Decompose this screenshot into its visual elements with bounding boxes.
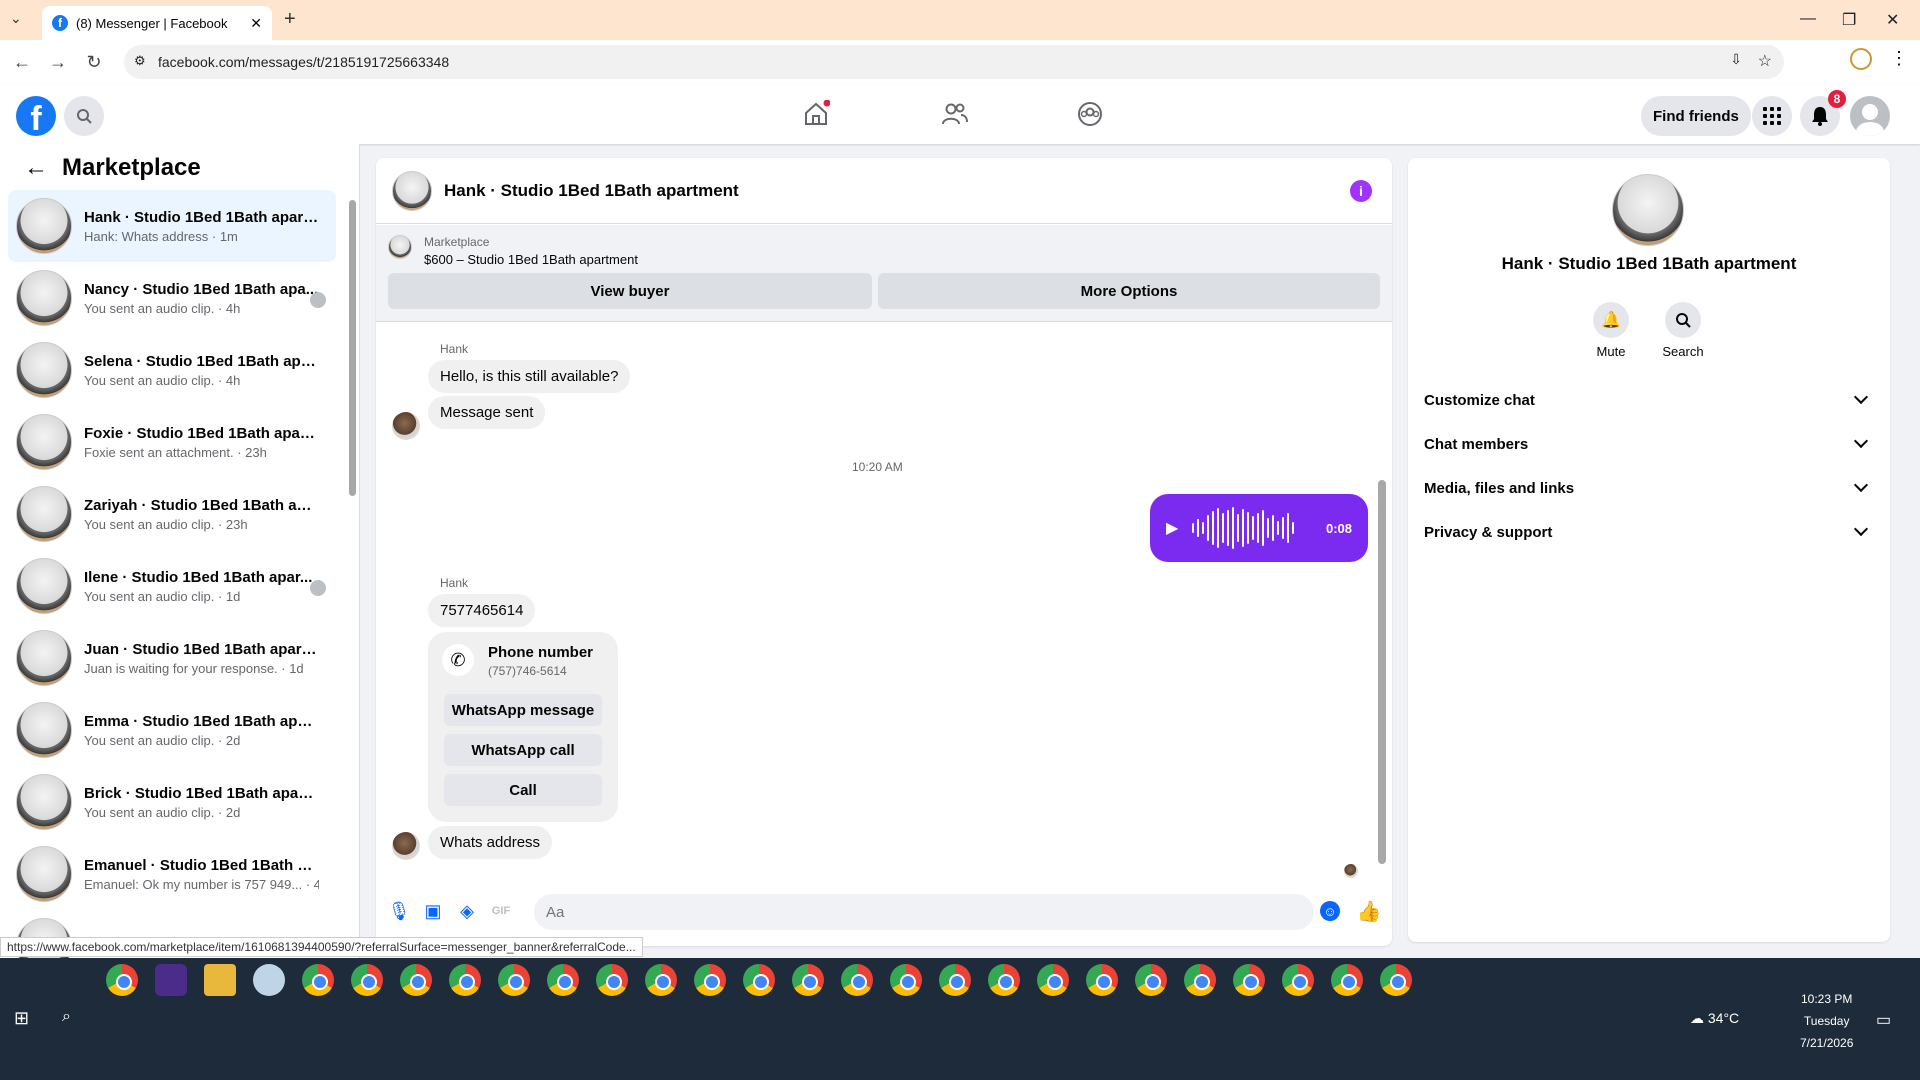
chrome-taskbar-icon[interactable]: [1331, 964, 1363, 996]
row-label: Privacy & support: [1424, 523, 1553, 541]
system-clock[interactable]: 10:23 PM Tuesday 7/21/2026: [1800, 988, 1853, 1054]
taskbar-app-icon[interactable]: [253, 964, 285, 996]
chrome-taskbar-icon[interactable]: [645, 964, 677, 996]
chrome-taskbar-icon[interactable]: [1184, 964, 1216, 996]
chevron-down-icon: [1853, 477, 1869, 493]
bookmark-star-icon[interactable]: ☆: [1758, 51, 1772, 71]
taskbar-apps: [0, 0, 1420, 1000]
clock-day: Tuesday: [1803, 1014, 1850, 1028]
chrome-taskbar-icon[interactable]: [1135, 964, 1167, 996]
chat-members-row[interactable]: Chat members: [1424, 422, 1874, 466]
chrome-taskbar-icon[interactable]: [449, 964, 481, 996]
bell-icon: 🔔: [1593, 302, 1629, 338]
taskbar-app-icon[interactable]: [204, 964, 236, 996]
close-window-icon[interactable]: ✕: [1886, 10, 1899, 30]
temperature: 34°C: [1707, 1010, 1740, 1026]
details-name: Hank · Studio 1Bed 1Bath apartment: [1501, 254, 1797, 273]
privacy-support-row[interactable]: Privacy & support: [1424, 510, 1874, 554]
restore-icon[interactable]: ❐: [1842, 10, 1856, 30]
chrome-taskbar-icon[interactable]: [694, 964, 726, 996]
browser-menu-icon[interactable]: ⋮: [1890, 48, 1908, 69]
mute-button[interactable]: 🔔 Mute: [1581, 302, 1641, 359]
weather-icon: ☁: [1690, 1010, 1708, 1026]
row-label: Media, files and links: [1424, 479, 1575, 497]
customize-chat-row[interactable]: Customize chat: [1424, 378, 1874, 422]
chrome-taskbar-icon[interactable]: [400, 964, 432, 996]
profile-icon[interactable]: [1850, 48, 1872, 70]
chrome-taskbar-icon[interactable]: [1037, 964, 1069, 996]
weather-widget[interactable]: ☁ 34°C: [1690, 1010, 1739, 1027]
chrome-taskbar-icon[interactable]: [890, 964, 922, 996]
account-avatar[interactable]: [1850, 96, 1890, 136]
chrome-taskbar-icon[interactable]: [988, 964, 1020, 996]
chrome-taskbar-icon[interactable]: [841, 964, 873, 996]
row-label: Chat members: [1424, 435, 1529, 453]
windows-start-icon[interactable]: ⊞: [14, 1008, 29, 1029]
find-friends-button[interactable]: Find friends: [1641, 96, 1751, 136]
search-label: Search: [1662, 344, 1704, 359]
clock-date: 7/21/2026: [1800, 1036, 1854, 1050]
chrome-taskbar-icon[interactable]: [547, 964, 579, 996]
taskbar-app-icon[interactable]: [155, 964, 187, 996]
chrome-taskbar-icon[interactable]: [1380, 964, 1412, 996]
chrome-taskbar-icon[interactable]: [1233, 964, 1265, 996]
install-app-icon[interactable]: ⇩: [1730, 51, 1742, 68]
chrome-taskbar-icon[interactable]: [939, 964, 971, 996]
chrome-taskbar-icon[interactable]: [596, 964, 628, 996]
media-files-links-row[interactable]: Media, files and links: [1424, 466, 1874, 510]
chrome-taskbar-icon[interactable]: [792, 964, 824, 996]
chrome-taskbar-icon[interactable]: [1282, 964, 1314, 996]
mute-label: Mute: [1596, 344, 1626, 359]
search-chat-button[interactable]: Search: [1653, 302, 1713, 359]
chevron-down-icon: [1853, 389, 1869, 405]
chrome-taskbar-icon[interactable]: [498, 964, 530, 996]
search-icon: [1665, 302, 1701, 338]
notification-badge: 8: [1828, 90, 1846, 108]
chevron-down-icon: [1853, 521, 1869, 537]
row-label: Customize chat: [1424, 391, 1535, 409]
chrome-taskbar-icon[interactable]: [106, 964, 138, 996]
chrome-taskbar-icon[interactable]: [302, 964, 334, 996]
notification-center-icon[interactable]: ▭: [1876, 1010, 1891, 1030]
chevron-down-icon: [1853, 433, 1869, 449]
menu-grid-icon[interactable]: [1752, 96, 1792, 136]
clock-time: 10:23 PM: [1801, 992, 1853, 1006]
details-avatar[interactable]: [1612, 174, 1684, 246]
minimize-icon[interactable]: —: [1800, 10, 1816, 28]
chrome-taskbar-icon[interactable]: [743, 964, 775, 996]
chrome-taskbar-icon[interactable]: [1086, 964, 1118, 996]
chrome-taskbar-icon[interactable]: [351, 964, 383, 996]
taskbar-search-icon[interactable]: ⌕: [62, 1008, 71, 1026]
